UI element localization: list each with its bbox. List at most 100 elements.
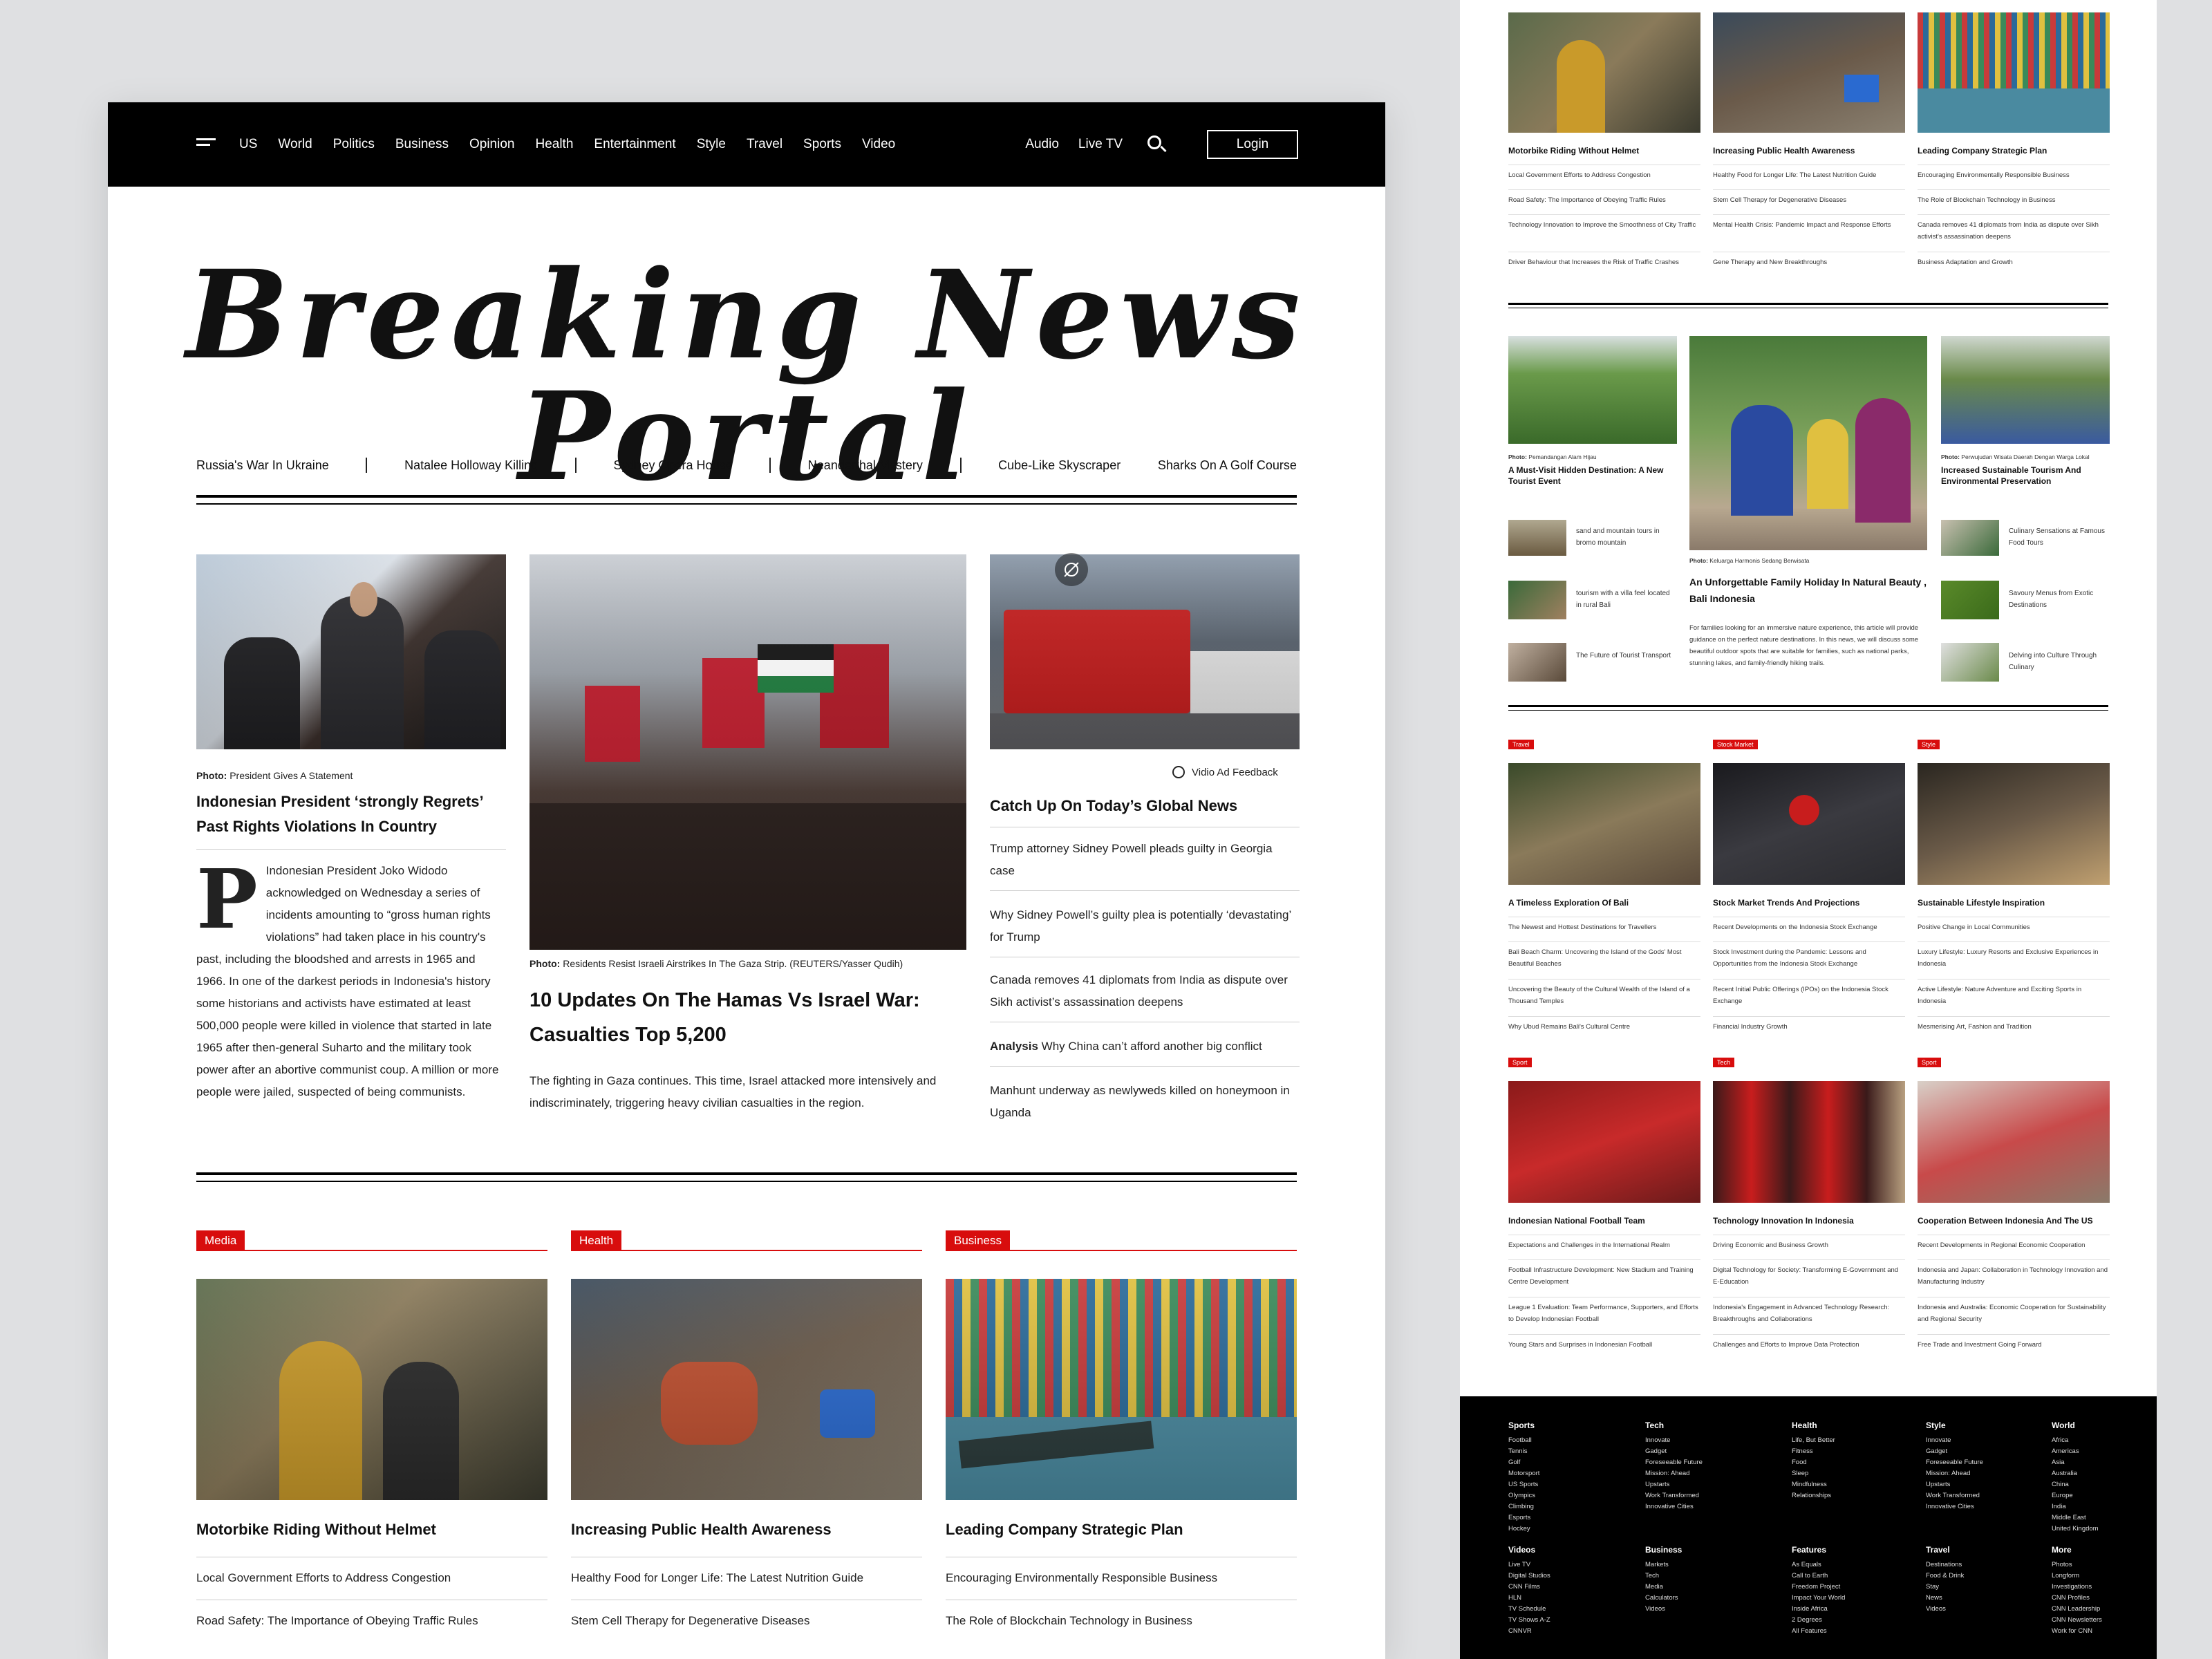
footer-link[interactable]: Relationships — [1792, 1490, 1835, 1501]
card-link[interactable]: Stem Cell Therapy for Degenerative Disea… — [1713, 189, 1905, 206]
card-link[interactable]: Recent Developments in Regional Economic… — [1918, 1235, 2110, 1251]
footer-link[interactable]: TV Shows A-Z — [1508, 1615, 1550, 1626]
nav-link-entertainment[interactable]: Entertainment — [594, 137, 675, 152]
card-title[interactable]: Indonesian National Football Team — [1508, 1215, 1645, 1226]
footer-link[interactable]: Americas — [2052, 1446, 2099, 1457]
nav-link-style[interactable]: Style — [697, 137, 726, 152]
footer-link[interactable]: Stay — [1926, 1582, 1964, 1593]
card-link[interactable]: Mental Health Crisis: Pandemic Impact an… — [1713, 214, 1905, 231]
card-title[interactable]: Stock Market Trends And Projections — [1713, 897, 1859, 908]
footer-link[interactable]: Foreseeable Future — [1926, 1457, 1983, 1468]
login-button[interactable]: Login — [1207, 130, 1298, 159]
footer-link[interactable]: Inside Africa — [1792, 1604, 1845, 1615]
footer-link[interactable]: Tech — [1645, 1571, 1682, 1582]
footer-link[interactable]: 2 Degrees — [1792, 1615, 1845, 1626]
card-link[interactable]: Local Government Efforts to Address Cong… — [1508, 165, 1700, 181]
nav-link-us[interactable]: US — [239, 137, 257, 152]
card-title[interactable]: Leading Company Strategic Plan — [946, 1521, 1183, 1539]
card-photo[interactable] — [1713, 763, 1905, 885]
news-list-item[interactable]: Why Sidney Powell’s guilty plea is poten… — [990, 904, 1300, 957]
thumb-photo[interactable] — [1941, 520, 1999, 556]
footer-heading[interactable]: More — [2052, 1544, 2102, 1555]
category-tag[interactable]: Sport — [1918, 1058, 1941, 1067]
card-title[interactable]: Increasing Public Health Awareness — [1713, 145, 1855, 156]
firetruck-photo[interactable] — [990, 554, 1300, 749]
card-title[interactable]: Technology Innovation In Indonesia — [1713, 1215, 1854, 1226]
card-link[interactable]: Football Infrastructure Development: New… — [1508, 1259, 1700, 1288]
ad-feedback-link[interactable]: Vidio Ad Feedback — [1172, 766, 1278, 778]
card-link[interactable]: League 1 Evaluation: Team Performance, S… — [1508, 1297, 1700, 1325]
footer-link[interactable]: Foreseeable Future — [1645, 1457, 1703, 1468]
card-photo[interactable] — [571, 1279, 922, 1500]
footer-link[interactable]: CNN Profiles — [2052, 1593, 2102, 1604]
footer-link[interactable]: All Features — [1792, 1626, 1845, 1637]
category-tag[interactable]: Sport — [1508, 1058, 1532, 1067]
footer-link[interactable]: Digital Studios — [1508, 1571, 1550, 1582]
card-link[interactable]: Canada removes 41 diplomats from India a… — [1918, 214, 2110, 243]
card-link[interactable]: The Newest and Hottest Destinations for … — [1508, 917, 1700, 933]
card-title[interactable]: Leading Company Strategic Plan — [1918, 145, 2047, 156]
footer-heading[interactable]: Sports — [1508, 1420, 1539, 1431]
card-link[interactable]: Bali Beach Charm: Uncovering the Island … — [1508, 941, 1700, 970]
rice-field-photo[interactable] — [1508, 336, 1677, 444]
footer-link[interactable]: China — [2052, 1479, 2099, 1490]
card-link[interactable]: Road Safety: The Importance of Obeying T… — [196, 1600, 547, 1628]
footer-link[interactable]: Golf — [1508, 1457, 1539, 1468]
footer-heading[interactable]: World — [2052, 1420, 2099, 1431]
footer-link[interactable]: Innovate — [1645, 1435, 1703, 1446]
card-photo[interactable] — [1918, 763, 2110, 885]
protest-photo[interactable] — [529, 554, 966, 950]
footer-link[interactable]: Football — [1508, 1435, 1539, 1446]
nav-link-travel[interactable]: Travel — [747, 137, 782, 152]
card-link[interactable]: Expectations and Challenges in the Inter… — [1508, 1235, 1700, 1251]
category-tag[interactable]: Stock Market — [1713, 740, 1758, 749]
footer-link[interactable]: Life, But Better — [1792, 1435, 1835, 1446]
card-link[interactable]: Digital Technology for Society: Transfor… — [1713, 1259, 1905, 1288]
thumb-photo[interactable] — [1508, 581, 1566, 619]
card-link[interactable]: Uncovering the Beauty of the Cultural We… — [1508, 979, 1700, 1007]
card-link[interactable]: Indonesia's Engagement in Advanced Techn… — [1713, 1297, 1905, 1325]
card-photo[interactable] — [1713, 12, 1905, 133]
story-title[interactable]: A Must-Visit Hidden Destination: A New T… — [1508, 465, 1677, 487]
card-link[interactable]: Gene Therapy and New Breakthroughs — [1713, 252, 1905, 268]
card-photo[interactable] — [1508, 1081, 1700, 1203]
nav-link-business[interactable]: Business — [395, 137, 449, 152]
card-link[interactable]: Why Ubud Remains Bali's Cultural Centre — [1508, 1016, 1700, 1033]
thumb-link[interactable]: Delving into Culture Through Culinary — [2009, 650, 2110, 673]
footer-link[interactable]: CNN Leadership — [2052, 1604, 2102, 1615]
thumb-photo[interactable] — [1508, 643, 1566, 682]
card-link[interactable]: Technology Innovation to Improve the Smo… — [1508, 214, 1700, 231]
footer-link[interactable]: Asia — [2052, 1457, 2099, 1468]
footer-link[interactable]: Work Transformed — [1645, 1490, 1703, 1501]
footer-link[interactable]: CNNVR — [1508, 1626, 1550, 1637]
footer-link[interactable]: HLN — [1508, 1593, 1550, 1604]
card-link[interactable]: Encouraging Environmentally Responsible … — [1918, 165, 2110, 181]
footer-heading[interactable]: Travel — [1926, 1544, 1964, 1555]
search-icon[interactable] — [1147, 135, 1167, 153]
card-link[interactable]: Driver Behaviour that Increases the Risk… — [1508, 252, 1700, 268]
footer-link[interactable]: Mission: Ahead — [1645, 1468, 1703, 1479]
card-photo[interactable] — [1713, 1081, 1905, 1203]
footer-link[interactable]: Innovative Cities — [1926, 1501, 1983, 1512]
news-list-item[interactable]: Manhunt underway as newlyweds killed on … — [990, 1080, 1300, 1132]
footer-link[interactable]: Freedom Project — [1792, 1582, 1845, 1593]
category-tag[interactable]: Tech — [1713, 1058, 1735, 1067]
thumb-photo[interactable] — [1941, 643, 1999, 682]
category-tag[interactable]: Health — [571, 1230, 622, 1251]
nav-link-video[interactable]: Video — [862, 137, 895, 152]
footer-link[interactable]: TV Schedule — [1508, 1604, 1550, 1615]
story-title[interactable]: An Unforgettable Family Holiday In Natur… — [1689, 574, 1931, 607]
card-link[interactable]: Challenges and Efforts to Improve Data P… — [1713, 1334, 1905, 1351]
footer-link[interactable]: India — [2052, 1501, 2099, 1512]
card-photo[interactable] — [1918, 12, 2110, 133]
card-link[interactable]: Financial Industry Growth — [1713, 1016, 1905, 1033]
card-title[interactable]: Increasing Public Health Awareness — [571, 1521, 832, 1539]
nav-link-audio[interactable]: Audio — [1025, 137, 1059, 152]
footer-link[interactable]: Videos — [1645, 1604, 1682, 1615]
category-tag[interactable]: Media — [196, 1230, 245, 1251]
card-link[interactable]: Young Stars and Surprises in Indonesian … — [1508, 1334, 1700, 1351]
thumb-link[interactable]: Savoury Menus from Exotic Destinations — [2009, 588, 2110, 611]
nav-link-politics[interactable]: Politics — [333, 137, 375, 152]
footer-heading[interactable]: Business — [1645, 1544, 1682, 1555]
card-title[interactable]: Sustainable Lifestyle Inspiration — [1918, 897, 2045, 908]
